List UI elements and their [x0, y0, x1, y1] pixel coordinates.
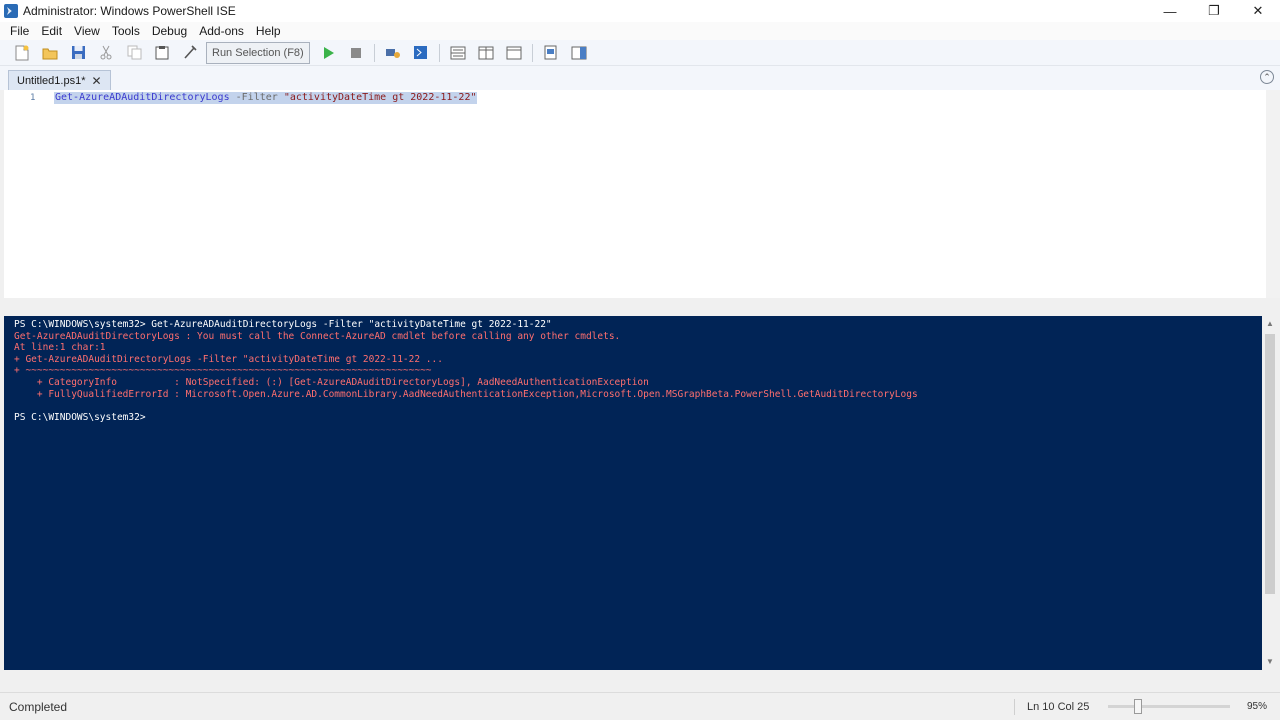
- status-bar: Completed Ln 10 Col 25 95%: [0, 692, 1280, 720]
- close-tab-icon[interactable]: ✕: [92, 74, 102, 88]
- scrollbar-thumb[interactable]: [1265, 334, 1275, 594]
- layout-max-icon[interactable]: [505, 44, 523, 62]
- run-script-icon[interactable]: [319, 44, 337, 62]
- console-line: PS C:\WINDOWS\system32> Get-AzureADAudit…: [14, 319, 552, 330]
- toolbar: Run Selection (F8): [0, 40, 1280, 66]
- line-number: 1: [30, 93, 36, 103]
- collapse-script-pane-icon[interactable]: ⌃: [1260, 70, 1274, 84]
- menu-help[interactable]: Help: [250, 22, 287, 40]
- cut-icon[interactable]: [97, 44, 115, 62]
- toolbar-separator: [438, 43, 440, 62]
- menu-tools[interactable]: Tools: [106, 22, 146, 40]
- restore-button[interactable]: ❐: [1192, 0, 1236, 22]
- minimize-button[interactable]: —: [1148, 0, 1192, 22]
- window-title: Administrator: Windows PowerShell ISE: [23, 4, 236, 18]
- console-error-line: At line:1 char:1: [14, 342, 106, 354]
- toolbar-separator: [373, 43, 375, 62]
- menu-edit[interactable]: Edit: [35, 22, 68, 40]
- console-pane[interactable]: PS C:\WINDOWS\system32> Get-AzureADAudit…: [4, 316, 1262, 670]
- copy-icon[interactable]: [125, 44, 143, 62]
- zoom-slider-thumb[interactable]: [1134, 699, 1142, 714]
- menu-bar: File Edit View Tools Debug Add-ons Help: [0, 22, 1280, 40]
- scroll-up-icon[interactable]: ▲: [1265, 319, 1275, 329]
- save-icon[interactable]: [69, 44, 87, 62]
- code-cmdlet: Get-AzureADAuditDirectoryLogs: [55, 92, 230, 103]
- console-error-line: + ~~~~~~~~~~~~~~~~~~~~~~~~~~~~~~~~~~~~~~…: [14, 365, 432, 377]
- run-selection-button[interactable]: Run Selection (F8): [206, 41, 310, 64]
- zoom-level: 95%: [1247, 701, 1268, 712]
- open-icon[interactable]: [41, 44, 59, 62]
- toolbar-separator: [531, 43, 533, 62]
- layout-top-icon[interactable]: [449, 44, 467, 62]
- addon-icon[interactable]: [570, 44, 588, 62]
- menu-file[interactable]: File: [4, 22, 35, 40]
- new-icon[interactable]: [13, 44, 31, 62]
- stop-icon[interactable]: [347, 44, 365, 62]
- menu-addons[interactable]: Add-ons: [193, 22, 250, 40]
- tab-untitled1[interactable]: Untitled1.ps1* ✕: [8, 70, 111, 90]
- status-separator: [1014, 699, 1015, 715]
- tab-label: Untitled1.ps1*: [17, 74, 86, 87]
- console-error-line: + CategoryInfo : NotSpecified: (:) [Get-…: [14, 376, 649, 388]
- show-script-icon[interactable]: [542, 44, 560, 62]
- pane-splitter[interactable]: [0, 298, 1280, 316]
- powershell-ise-icon: [4, 4, 18, 18]
- code-parameter: -Filter: [235, 92, 278, 103]
- line-number-gutter: 1: [4, 90, 40, 298]
- console-error-line: Get-AzureADAuditDirectoryLogs : You must…: [14, 330, 621, 342]
- close-button[interactable]: ✕: [1236, 0, 1280, 22]
- remote-icon[interactable]: [384, 44, 402, 62]
- menu-view[interactable]: View: [68, 22, 106, 40]
- console-error-line: + FullyQualifiedErrorId : Microsoft.Open…: [14, 388, 918, 400]
- clear-icon[interactable]: [181, 44, 199, 62]
- menu-debug[interactable]: Debug: [146, 22, 193, 40]
- script-editor[interactable]: 1 Get-AzureADAuditDirectoryLogs -Filter …: [4, 90, 1280, 298]
- status-text: Completed: [9, 699, 68, 714]
- zoom-slider[interactable]: [1108, 699, 1230, 714]
- powershell-icon[interactable]: [412, 44, 430, 62]
- console-error-line: + Get-AzureADAuditDirectoryLogs -Filter …: [14, 353, 443, 365]
- console-scrollbar[interactable]: ▲ ▼: [1262, 316, 1278, 670]
- window-controls: — ❐ ✕: [1148, 0, 1280, 22]
- layout-right-icon[interactable]: [477, 44, 495, 62]
- cursor-position: Ln 10 Col 25: [1027, 700, 1090, 713]
- code-string: "activityDateTime gt 2022-11-22": [283, 92, 477, 103]
- scroll-down-icon[interactable]: ▼: [1265, 657, 1275, 667]
- paste-icon[interactable]: [153, 44, 171, 62]
- console-prompt: PS C:\WINDOWS\system32>: [14, 411, 146, 423]
- editor-scrollbar[interactable]: [1266, 90, 1280, 298]
- code-line[interactable]: Get-AzureADAuditDirectoryLogs -Filter "a…: [54, 92, 478, 104]
- tab-strip: Untitled1.ps1* ✕ ⌃: [0, 66, 1280, 90]
- title-bar: Administrator: Windows PowerShell ISE — …: [0, 0, 1280, 22]
